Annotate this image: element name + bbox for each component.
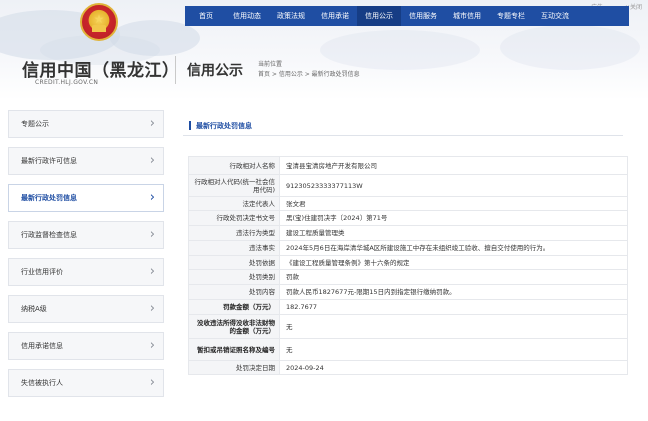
sidebar-item-dishonest-debtors[interactable]: 失信被执行人 › — [8, 369, 164, 397]
sidebar-item-tax-a-level[interactable]: 纳税A级 › — [8, 295, 164, 323]
nav-item-services[interactable]: 信用服务 — [401, 6, 445, 26]
table-row: 处罚决定日期 2024-09-24 — [188, 360, 628, 375]
main-nav: 首页 信用动态 政策法规 信用承诺 信用公示 信用服务 城市信用 专题专栏 互动… — [185, 6, 629, 26]
section-title: 信用公示 — [187, 63, 243, 79]
nav-item-topics[interactable]: 专题专栏 — [489, 6, 533, 26]
sidebar: 专题公示 › 最新行政许可信息 › 最新行政处罚信息 › 行政监督检查信息 › … — [8, 110, 164, 406]
table-row: 违法事实 2024年5月6日在海岸清华城A区所建设施工中存在未组织竣工验收、擅自… — [188, 240, 628, 256]
field-value: 无 — [279, 338, 628, 361]
chevron-right-icon: › — [149, 116, 155, 131]
field-value: 无 — [279, 314, 628, 339]
field-label: 处罚内容 — [188, 284, 280, 300]
field-value: 罚款人民币1827677元-限期15日内到指定银行缴纳罚款。 — [279, 284, 628, 300]
field-label: 违法事实 — [188, 240, 280, 256]
table-row: 违法行为类型 建设工程质量管理类 — [188, 225, 628, 241]
nav-item-interaction[interactable]: 互动交流 — [533, 6, 577, 26]
table-row: 处罚类别 罚款 — [188, 269, 628, 285]
table-row: 行政处罚决定书文号 黑(宝)住建罚决字〔2024〕第71号 — [188, 210, 628, 226]
field-value: 宝清县宝清房地产开发有限公司 — [279, 156, 628, 175]
nav-item-disclosure[interactable]: 信用公示 — [357, 6, 401, 26]
field-value: 黑(宝)住建罚决字〔2024〕第71号 — [279, 210, 628, 226]
field-label: 没收违法所得没收非法财物的金额（万元） — [188, 314, 280, 339]
site-url: CREDIT.HLJ.GOV.CN — [35, 79, 99, 86]
sidebar-item-label: 行业信用评价 — [21, 268, 63, 276]
site-title[interactable]: 信用中国（黑龙江） — [22, 56, 180, 81]
sidebar-item-label: 失信被执行人 — [21, 379, 63, 387]
field-label: 行政相对人代码(统一社会信用代码) — [188, 174, 280, 197]
header-divider — [175, 56, 176, 84]
sidebar-item-admin-penalty[interactable]: 最新行政处罚信息 › — [8, 184, 164, 212]
sidebar-item-credit-commitment[interactable]: 信用承诺信息 › — [8, 332, 164, 360]
field-value: 罚款 — [279, 269, 628, 285]
nav-item-news[interactable]: 信用动态 — [225, 6, 269, 26]
field-value: 2024-09-24 — [279, 360, 628, 375]
field-value: 2024年5月6日在海岸清华城A区所建设施工中存在未组织竣工验收、擅自交付使用的… — [279, 240, 628, 256]
table-row: 罚款金额（万元） 182.7677 — [188, 299, 628, 315]
heading-accent-bar — [189, 121, 191, 130]
field-value: 91230523333377113W — [279, 174, 628, 197]
table-row: 行政相对人名称 宝清县宝清房地产开发有限公司 — [188, 156, 628, 175]
sidebar-item-admin-license[interactable]: 最新行政许可信息 › — [8, 147, 164, 175]
chevron-right-icon: › — [149, 190, 155, 205]
content-heading: 最新行政处罚信息 — [183, 118, 623, 136]
sidebar-item-industry-rating[interactable]: 行业信用评价 › — [8, 258, 164, 286]
field-value: 张文君 — [279, 196, 628, 211]
chevron-right-icon: › — [149, 301, 155, 316]
field-label: 处罚决定日期 — [188, 360, 280, 375]
table-row: 处罚依据 《建设工程质量管理条例》第十六条的规定 — [188, 255, 628, 270]
chevron-right-icon: › — [149, 338, 155, 353]
field-value: 建设工程质量管理类 — [279, 225, 628, 241]
sidebar-item-topic-disclosure[interactable]: 专题公示 › — [8, 110, 164, 138]
chevron-right-icon: › — [149, 375, 155, 390]
sidebar-item-label: 最新行政许可信息 — [21, 157, 77, 165]
nav-item-commitment[interactable]: 信用承诺 — [313, 6, 357, 26]
field-label: 行政相对人名称 — [188, 156, 280, 175]
national-emblem-icon: ★ — [80, 3, 118, 41]
table-row: 处罚内容 罚款人民币1827677元-限期15日内到指定银行缴纳罚款。 — [188, 284, 628, 300]
nav-item-city-credit[interactable]: 城市信用 — [445, 6, 489, 26]
field-value: 182.7677 — [279, 299, 628, 315]
table-row: 行政相对人代码(统一社会信用代码) 91230523333377113W — [188, 174, 628, 197]
sidebar-item-label: 纳税A级 — [21, 305, 47, 313]
table-row: 法定代表人 张文君 — [188, 196, 628, 211]
sidebar-item-label: 信用承诺信息 — [21, 342, 63, 350]
field-value: 《建设工程质量管理条例》第十六条的规定 — [279, 255, 628, 270]
nav-item-home[interactable]: 首页 — [185, 6, 225, 26]
chevron-right-icon: › — [149, 264, 155, 279]
content-heading-text: 最新行政处罚信息 — [196, 122, 252, 130]
table-row: 暂扣或吊销证照名称及编号 无 — [188, 338, 628, 361]
penalty-details-table: 行政相对人名称 宝清县宝清房地产开发有限公司 行政相对人代码(统一社会信用代码)… — [188, 156, 628, 375]
chevron-right-icon: › — [149, 153, 155, 168]
table-row: 没收违法所得没收非法财物的金额（万元） 无 — [188, 314, 628, 339]
field-label: 处罚依据 — [188, 255, 280, 270]
field-label: 违法行为类型 — [188, 225, 280, 241]
nav-item-policy[interactable]: 政策法规 — [269, 6, 313, 26]
field-label: 处罚类别 — [188, 269, 280, 285]
field-label: 法定代表人 — [188, 196, 280, 211]
field-label: 暂扣或吊销证照名称及编号 — [188, 338, 280, 361]
sidebar-item-label: 行政监督检查信息 — [21, 231, 77, 239]
sidebar-item-label: 最新行政处罚信息 — [21, 194, 77, 202]
field-label: 罚款金额（万元） — [188, 299, 280, 315]
sidebar-item-label: 专题公示 — [21, 120, 49, 128]
breadcrumb[interactable]: 首页 > 信用公示 > 最新行政处罚信息 — [258, 69, 360, 78]
chevron-right-icon: › — [149, 227, 155, 242]
field-label: 行政处罚决定书文号 — [188, 210, 280, 226]
breadcrumb-label: 当前位置 — [258, 61, 283, 68]
sidebar-item-supervision[interactable]: 行政监督检查信息 › — [8, 221, 164, 249]
